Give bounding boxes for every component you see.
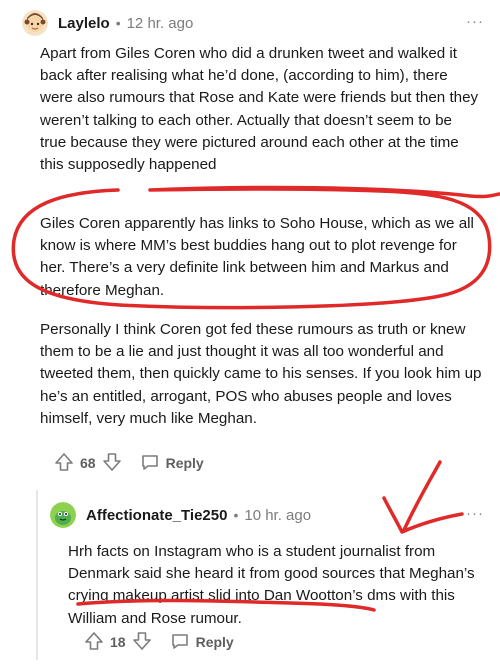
timestamp: 12 hr. ago [126, 14, 194, 32]
reply-icon [170, 631, 190, 654]
reply-icon [140, 452, 160, 475]
comment-paragraph: Giles Coren apparently has links to Soho… [40, 215, 474, 299]
comment-header: Laylelo • 12 hr. ago [22, 8, 193, 38]
reply-button[interactable]: Reply [170, 631, 234, 654]
more-options-icon[interactable]: ··· [466, 505, 484, 522]
reply-button[interactable]: Reply [140, 452, 204, 475]
username[interactable]: Affectionate_Tie250 [86, 507, 227, 524]
upvote-icon[interactable] [54, 452, 74, 475]
more-options-icon[interactable]: ··· [466, 13, 484, 30]
downvote-icon[interactable] [132, 631, 152, 654]
comment-actions: 18 Reply [84, 630, 234, 654]
vote-count: 18 [110, 634, 126, 650]
separator-dot: • [233, 507, 239, 523]
comment-paragraph: Apart from Giles Coren who did a drunken… [40, 45, 479, 174]
timestamp: 10 hr. ago [244, 506, 312, 524]
user-avatar-icon[interactable] [50, 502, 76, 528]
reply-label: Reply [195, 634, 234, 650]
upvote-icon[interactable] [84, 631, 104, 654]
vote-count: 68 [80, 455, 96, 471]
downvote-icon[interactable] [102, 452, 122, 475]
comment-header: Affectionate_Tie250 • 10 hr. ago [50, 500, 311, 530]
username[interactable]: Laylelo [58, 15, 110, 32]
thread-line[interactable] [36, 490, 38, 660]
user-avatar-icon[interactable] [22, 10, 48, 36]
reply-label: Reply [165, 455, 204, 471]
comment-paragraph: Personally I think Coren got fed these r… [40, 321, 482, 427]
annotation-arrowhead [382, 496, 464, 534]
annotation-arrow [402, 460, 442, 532]
comment-paragraph: Hrh facts on Instagram who is a student … [68, 543, 475, 627]
separator-dot: • [115, 15, 121, 31]
comment-actions: 68 Reply [54, 451, 204, 475]
